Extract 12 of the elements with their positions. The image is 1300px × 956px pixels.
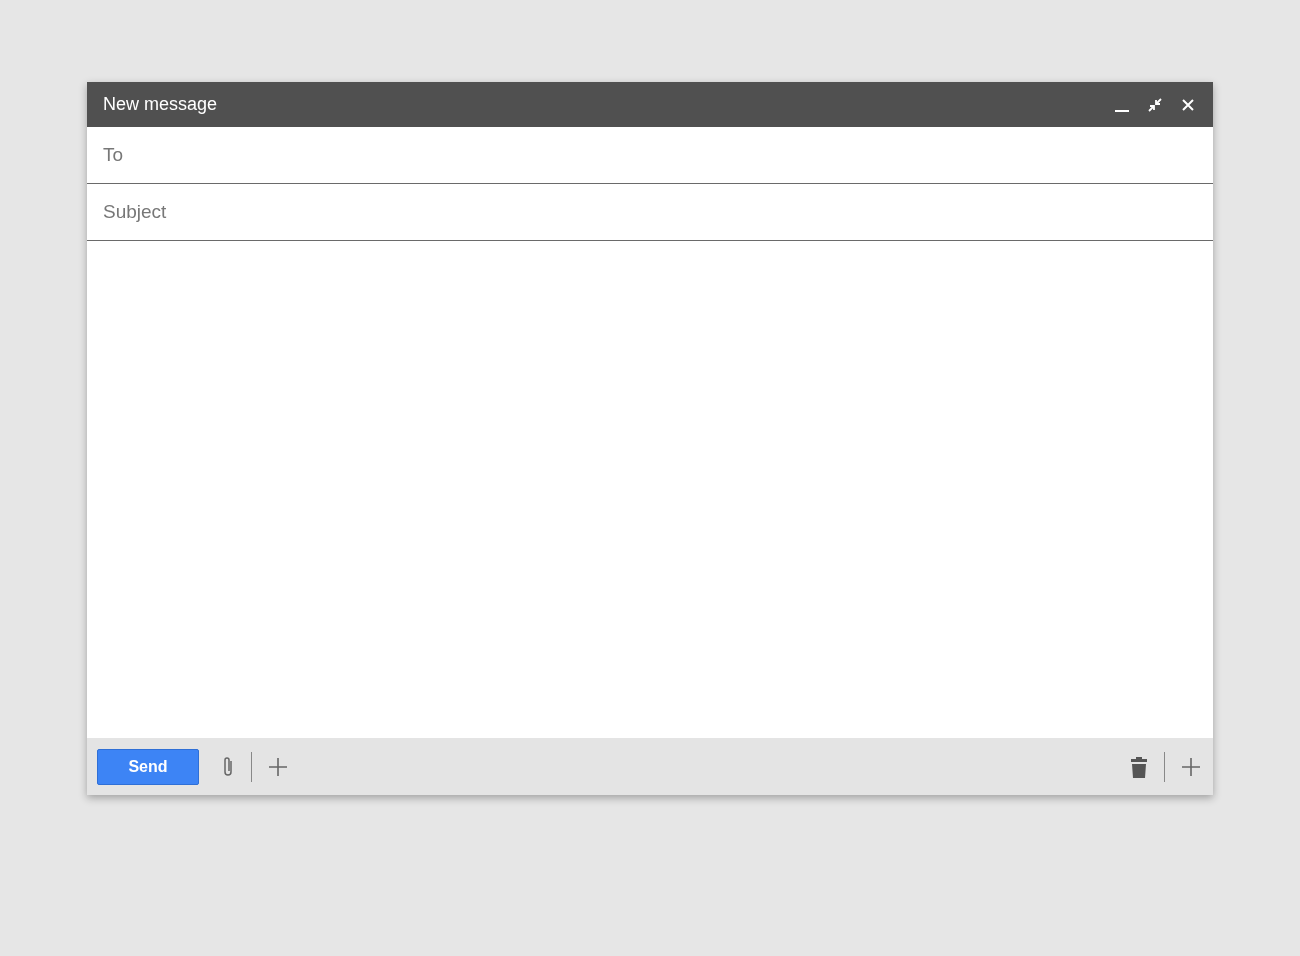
message-body-field[interactable]	[87, 241, 1213, 738]
paperclip-icon	[221, 754, 235, 779]
minimize-icon	[1115, 109, 1129, 112]
plus-icon	[1181, 756, 1201, 777]
window-title: New message	[103, 94, 219, 115]
trash-icon	[1130, 755, 1148, 778]
input-field[interactable]: To	[87, 127, 1213, 184]
collapse-icon	[1147, 96, 1163, 113]
plus-icon	[268, 756, 288, 777]
send-button[interactable]: Send	[97, 748, 199, 785]
close-icon	[1181, 97, 1195, 112]
input-field[interactable]: Subject	[87, 184, 1213, 241]
